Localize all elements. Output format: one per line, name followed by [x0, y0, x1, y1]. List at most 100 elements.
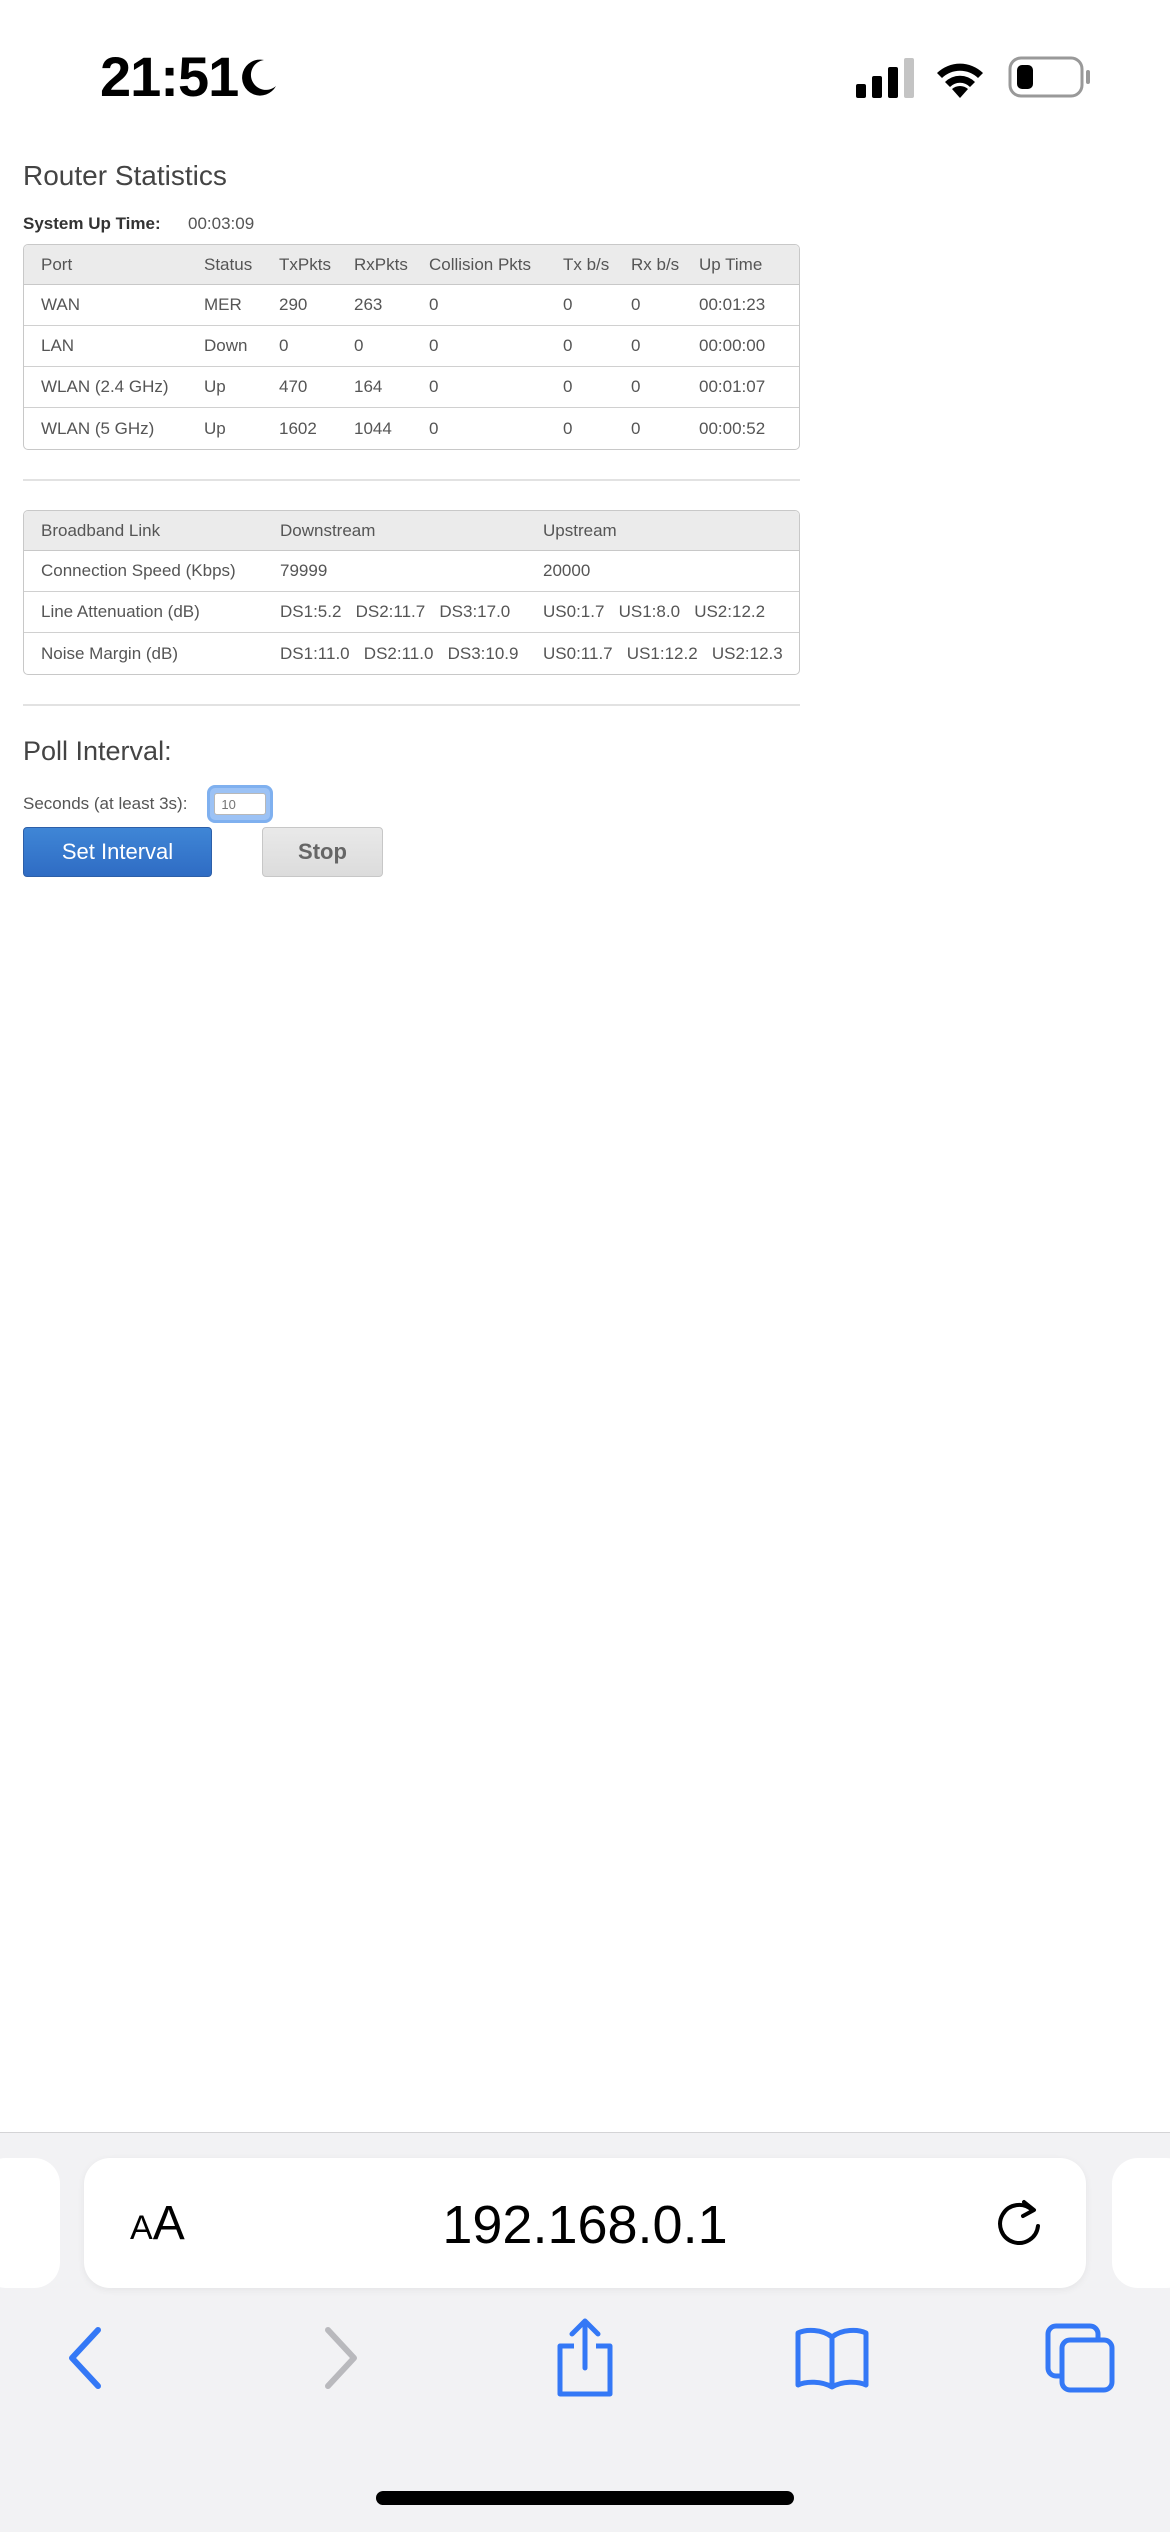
table-cell: 00:01:23 — [682, 285, 799, 326]
table-cell: WAN — [24, 285, 187, 326]
table-cell: 263 — [337, 285, 412, 326]
table-cell: 0 — [614, 285, 682, 326]
stop-button[interactable]: Stop — [262, 827, 383, 877]
poll-input-focus-ring — [207, 785, 274, 823]
table-cell: WLAN (5 GHz) — [41, 418, 155, 438]
column-header: TxPkts — [262, 245, 337, 285]
table-cell: 290 — [262, 285, 337, 326]
table-cell: Connection Speed (Kbps) — [24, 551, 263, 592]
table-cell: 00:00:52 — [699, 418, 766, 438]
table-cell: 00:01:07 — [682, 367, 799, 408]
table-cell: 164 — [337, 367, 412, 408]
page-title: Router Statistics — [23, 160, 227, 191]
table-cell: 0 — [546, 367, 614, 408]
table-cell: 0 — [412, 367, 546, 408]
poll-interval-title: Poll Interval: — [23, 736, 172, 766]
table-cell: 1044 — [354, 418, 392, 438]
table-cell: 00:00:00 — [682, 326, 799, 367]
table-row: Noise Margin (dB) DS1:11.0 DS2:11.0 DS3:… — [24, 633, 799, 674]
table-cell: DS1:11.0 DS2:11.0 DS3:10.9 — [280, 643, 519, 663]
system-uptime-row: System Up Time: 00:03:09 — [23, 214, 803, 234]
column-header: Broadband Link — [24, 511, 263, 551]
column-header: Collision Pkts — [412, 245, 546, 285]
system-uptime-label: System Up Time: — [23, 214, 161, 233]
chevron-left-icon — [69, 2327, 101, 2389]
tabs-button[interactable] — [1040, 2318, 1120, 2398]
table-cell: 1602 — [279, 418, 317, 438]
table-cell: 0 — [412, 285, 546, 326]
share-button[interactable] — [545, 2318, 625, 2398]
column-header: Tx b/s — [546, 245, 614, 285]
table-cell: WLAN (2.4 GHz) — [24, 367, 187, 408]
table-header-row: Broadband Link Downstream Upstream — [24, 511, 799, 551]
battery-icon — [1008, 56, 1090, 98]
section-divider — [23, 479, 800, 481]
table-cell: 0 — [412, 326, 546, 367]
table-row: WAN MER 290 263 0 0 0 00:01:23 — [24, 285, 799, 326]
table-cell: LAN — [24, 326, 187, 367]
poll-seconds-row: Seconds (at least 3s): — [23, 785, 803, 823]
column-header: Downstream — [263, 511, 526, 551]
chevron-right-icon — [325, 2327, 357, 2389]
table-cell: Up — [187, 367, 262, 408]
cellular-signal-icon — [856, 58, 914, 98]
table-cell: 0 — [614, 326, 682, 367]
column-header: RxPkts — [337, 245, 412, 285]
tabs-icon — [1045, 2323, 1115, 2393]
table-cell: US0:11.7 US1:12.2 US2:12.3 — [543, 643, 783, 663]
column-header: Status — [187, 245, 262, 285]
status-bar: 21:51 — [0, 0, 1170, 130]
table-cell: 0 — [262, 326, 337, 367]
column-header: Up Time — [682, 245, 799, 285]
browser-toolbar — [0, 2318, 1170, 2418]
table-cell: Down — [187, 326, 262, 367]
previous-tab-preview[interactable] — [0, 2158, 60, 2288]
address-bar[interactable]: AA 192.168.0.1 — [84, 2158, 1086, 2288]
table-cell: 0 — [546, 285, 614, 326]
moon-icon — [242, 59, 276, 96]
browser-bottom-bar: AA 192.168.0.1 — [0, 2132, 1170, 2532]
table-cell: Line Attenuation (dB) — [24, 592, 263, 633]
table-header-row: Port Status TxPkts RxPkts Collision Pkts… — [24, 245, 799, 285]
table-cell: MER — [187, 285, 262, 326]
table-cell: 0 — [337, 326, 412, 367]
table-cell: 0 — [614, 367, 682, 408]
url-text[interactable]: 192.168.0.1 — [84, 2194, 1086, 2256]
share-icon — [557, 2318, 613, 2397]
port-statistics-table: Port Status TxPkts RxPkts Collision Pkts… — [23, 244, 800, 450]
table-cell: 470 — [262, 367, 337, 408]
poll-seconds-input[interactable] — [214, 793, 267, 815]
status-time: 21:51 — [100, 45, 239, 108]
broadband-link-table: Broadband Link Downstream Upstream Conne… — [23, 510, 800, 675]
table-cell: DS1:5.2 DS2:11.7 DS3:17.0 — [263, 592, 526, 633]
table-cell: 0 — [563, 418, 573, 438]
table-cell: 20000 — [526, 551, 799, 592]
column-header: Port — [24, 245, 187, 285]
table-cell: 0 — [631, 418, 641, 438]
poll-buttons: Set Interval Stop — [23, 827, 803, 877]
book-icon — [795, 2327, 869, 2390]
table-cell: 0 — [429, 418, 439, 438]
forward-button[interactable] — [300, 2318, 380, 2398]
table-row: Line Attenuation (dB) DS1:5.2 DS2:11.7 D… — [24, 592, 799, 633]
table-row: Connection Speed (Kbps) 79999 20000 — [24, 551, 799, 592]
table-row: LAN Down 0 0 0 0 0 00:00:00 — [24, 326, 799, 367]
table-cell: Up — [204, 418, 226, 438]
table-cell: US0:1.7 US1:8.0 US2:12.2 — [526, 592, 799, 633]
table-cell: 79999 — [263, 551, 526, 592]
system-uptime-value: 00:03:09 — [188, 214, 255, 233]
reload-icon[interactable] — [992, 2196, 1046, 2250]
set-interval-button[interactable]: Set Interval — [23, 827, 212, 877]
wifi-icon — [937, 63, 983, 98]
section-divider — [23, 704, 800, 706]
back-button[interactable] — [46, 2318, 126, 2398]
table-row: WLAN (2.4 GHz) Up 470 164 0 0 0 00:01:07 — [24, 367, 799, 408]
table-cell: 0 — [546, 326, 614, 367]
table-row: WLAN (5 GHz) Up 1602 1044 0 0 0 00:00:52 — [24, 408, 799, 449]
column-header: Upstream — [526, 511, 799, 551]
home-indicator[interactable] — [376, 2491, 794, 2505]
next-tab-preview[interactable] — [1112, 2158, 1170, 2288]
column-header: Rx b/s — [614, 245, 682, 285]
bookmarks-button[interactable] — [792, 2318, 872, 2398]
table-cell: Noise Margin (dB) — [41, 643, 178, 663]
